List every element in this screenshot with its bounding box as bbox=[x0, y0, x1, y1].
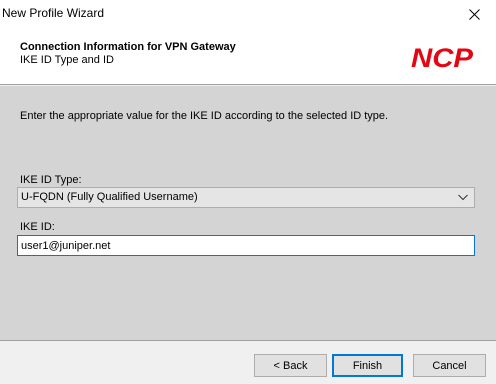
ike-id-type-selected: U-FQDN (Fully Qualified Username) bbox=[21, 191, 198, 203]
page-subtitle: IKE ID Type and ID bbox=[20, 54, 114, 66]
ike-id-type-dropdown[interactable]: U-FQDN (Fully Qualified Username) bbox=[17, 187, 475, 208]
wizard-body: Enter the appropriate value for the IKE … bbox=[0, 86, 496, 340]
close-icon bbox=[468, 8, 480, 20]
wizard-header: Connection Information for VPN Gateway I… bbox=[0, 28, 496, 85]
ike-id-field-wrapper bbox=[17, 235, 475, 256]
wizard-window: New Profile Wizard Connection Informatio… bbox=[0, 0, 496, 384]
ncp-logo: NCP bbox=[411, 43, 474, 71]
page-title: Connection Information for VPN Gateway bbox=[20, 41, 236, 53]
svg-text:NCP: NCP bbox=[411, 43, 474, 71]
button-bar: < Back Finish Cancel bbox=[0, 340, 496, 384]
chevron-down-icon bbox=[458, 194, 468, 201]
finish-button[interactable]: Finish bbox=[332, 354, 403, 377]
ike-id-label: IKE ID: bbox=[20, 221, 55, 233]
ike-id-input[interactable] bbox=[18, 236, 474, 255]
ike-id-type-label: IKE ID Type: bbox=[20, 174, 82, 186]
back-button[interactable]: < Back bbox=[254, 354, 327, 377]
instruction-text: Enter the appropriate value for the IKE … bbox=[20, 110, 389, 122]
cancel-button[interactable]: Cancel bbox=[413, 354, 486, 377]
title-bar: New Profile Wizard bbox=[0, 0, 496, 28]
close-button[interactable] bbox=[452, 0, 496, 28]
window-title: New Profile Wizard bbox=[2, 6, 105, 20]
